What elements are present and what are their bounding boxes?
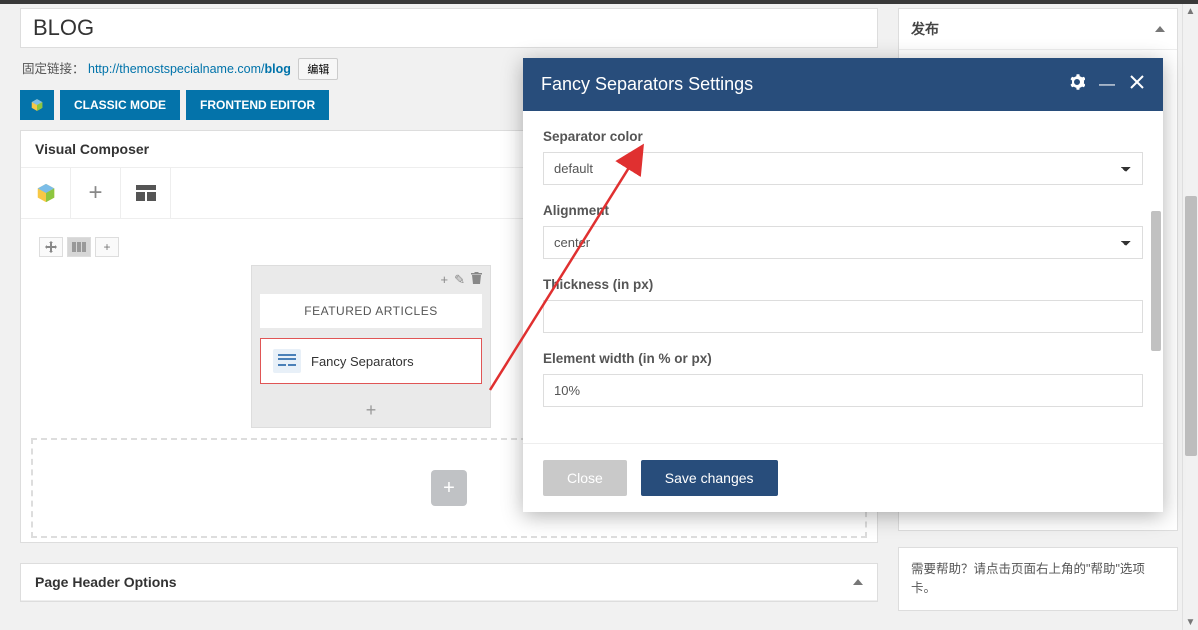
- edit-slug-button[interactable]: 编辑: [298, 58, 338, 80]
- collapse-icon[interactable]: [853, 579, 863, 585]
- close-button[interactable]: Close: [543, 460, 627, 496]
- page-header-options-panel: Page Header Options: [20, 563, 878, 602]
- help-box: 需要帮助？请点击页面右上角的"帮助"选项卡。: [898, 547, 1178, 611]
- color-label: Separator color: [543, 129, 1143, 144]
- settings-modal: Fancy Separators Settings — Separator co…: [523, 58, 1163, 512]
- add-to-column-button[interactable]: +: [252, 394, 490, 427]
- column-edit-icon[interactable]: ✎: [454, 272, 465, 288]
- column-delete-icon[interactable]: [471, 272, 482, 288]
- plus-icon: +: [103, 240, 110, 254]
- templates-button[interactable]: [121, 168, 171, 218]
- fancy-separator-element[interactable]: Fancy Separators: [260, 338, 482, 384]
- column-layout-button[interactable]: [67, 237, 91, 257]
- classic-mode-button[interactable]: CLASSIC MODE: [60, 90, 180, 120]
- post-title-input[interactable]: [33, 15, 865, 41]
- columns-icon: [72, 242, 86, 252]
- vc-logo-button[interactable]: [20, 90, 54, 120]
- move-handle[interactable]: [39, 237, 63, 257]
- alignment-select[interactable]: center: [543, 226, 1143, 259]
- title-input-wrap: [20, 8, 878, 48]
- add-column-button[interactable]: +: [95, 237, 119, 257]
- element-label: Fancy Separators: [311, 354, 414, 369]
- vc-menu-button[interactable]: [21, 168, 71, 218]
- separator-icon: [273, 349, 301, 373]
- modal-scrollbar[interactable]: [1151, 111, 1161, 443]
- modal-header[interactable]: Fancy Separators Settings —: [523, 58, 1163, 111]
- save-changes-button[interactable]: Save changes: [641, 460, 778, 496]
- modal-footer: Close Save changes: [523, 443, 1163, 512]
- alignment-label: Alignment: [543, 203, 1143, 218]
- cube-icon: [35, 182, 57, 204]
- cube-icon: [30, 98, 44, 112]
- width-input[interactable]: [543, 374, 1143, 407]
- admin-topbar: [0, 0, 1198, 4]
- collapse-icon[interactable]: [1155, 26, 1165, 32]
- publish-title: 发布: [911, 19, 939, 39]
- help-text: 需要帮助？请点击页面右上角的"帮助"选项卡。: [899, 548, 1177, 610]
- frontend-editor-button[interactable]: FRONTEND EDITOR: [186, 90, 329, 120]
- thickness-input[interactable]: [543, 300, 1143, 333]
- add-row-button[interactable]: +: [431, 470, 467, 506]
- vc-column: + ✎ FEATURED ARTICLES Fancy Separators: [251, 265, 491, 428]
- plus-icon: +: [88, 179, 102, 207]
- move-icon: [45, 241, 57, 253]
- separator-color-select[interactable]: default: [543, 152, 1143, 185]
- column-add-icon[interactable]: +: [441, 272, 449, 288]
- page-header-title: Page Header Options: [35, 574, 177, 590]
- modal-title: Fancy Separators Settings: [541, 74, 753, 95]
- layout-icon: [136, 185, 156, 201]
- minimize-icon[interactable]: —: [1099, 81, 1115, 89]
- add-element-button[interactable]: +: [71, 168, 121, 218]
- permalink-link[interactable]: http://themostspecialname.com/blog: [88, 62, 291, 76]
- gear-icon[interactable]: [1069, 74, 1085, 95]
- page-scrollbar[interactable]: ▲ ▼: [1182, 4, 1198, 630]
- thickness-label: Thickness (in px): [543, 277, 1143, 292]
- permalink-label: 固定链接：: [22, 62, 85, 76]
- vc-panel-title: Visual Composer: [35, 141, 149, 157]
- modal-body: Separator color default Alignment center…: [523, 111, 1163, 443]
- text-block-title: FEATURED ARTICLES: [260, 294, 482, 328]
- close-icon[interactable]: [1129, 74, 1145, 95]
- width-label: Element width (in % or px): [543, 351, 1143, 366]
